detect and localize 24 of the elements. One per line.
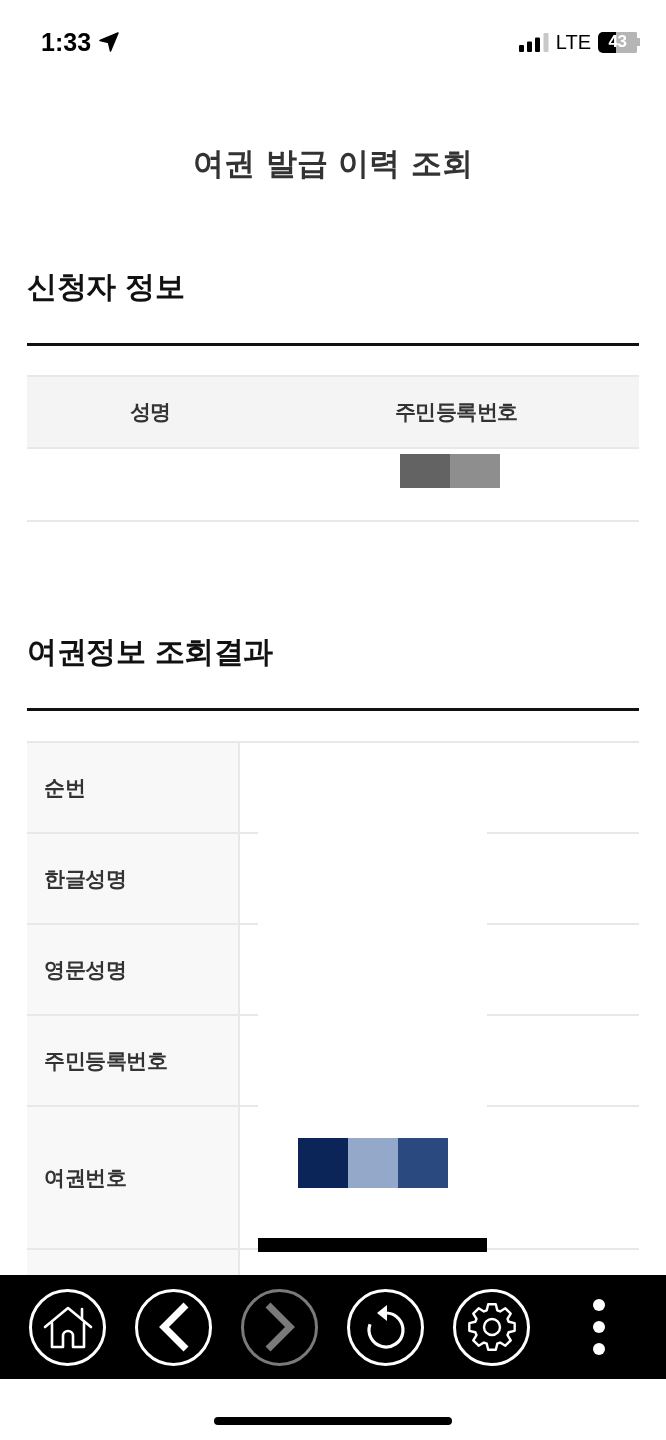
row-header: 주민등록번호 [27,1014,240,1105]
home-button[interactable] [29,1288,106,1366]
back-button[interactable] [135,1288,212,1366]
column-header: 성명 [128,399,172,426]
reload-button[interactable] [347,1288,424,1366]
row-header: 영문성명 [27,923,240,1014]
column-header: 주민등록번호 [393,399,519,426]
location-arrow-icon [99,32,120,52]
signal-icon [518,32,549,52]
row-header: 순번 [27,741,240,832]
more-icon [593,1299,605,1355]
section-title: 신청자 정보 [27,268,186,306]
row-header: 여권번호 [27,1105,240,1248]
home-icon [42,1305,93,1349]
settings-button[interactable] [453,1288,530,1366]
network-type: LTE [555,32,591,52]
page-title: 여권 발급 이력 조회 [191,144,475,183]
chevron-left-icon [157,1302,190,1352]
chevron-right-icon [263,1302,296,1352]
section-title: 여권정보 조회결과 [27,633,274,671]
status-time: 1:33 [41,29,92,55]
row-header: 한글성명 [27,832,240,923]
more-button[interactable] [593,1299,605,1355]
settings-icon [466,1302,517,1352]
